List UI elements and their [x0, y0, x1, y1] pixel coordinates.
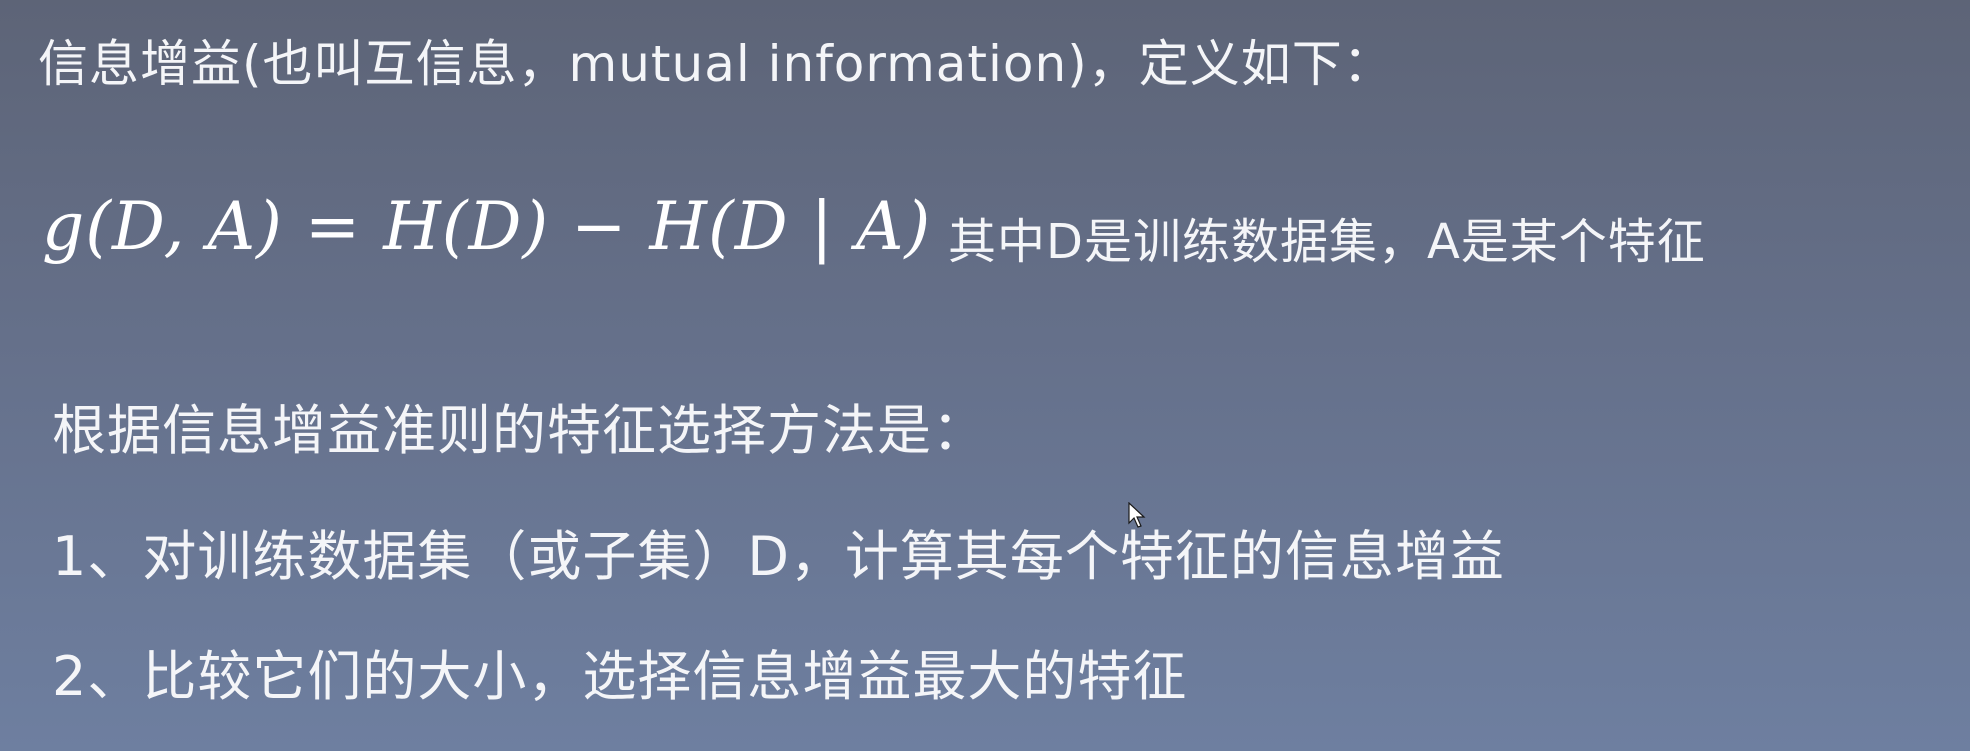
- method-heading: 根据信息增益准则的特征选择方法是：: [52, 399, 987, 462]
- slide: 信息增益(也叫互信息，mutual information)，定义如下： g(D…: [0, 0, 1970, 751]
- step-item: 1、对训练数据集（或子集）D，计算其每个特征的信息增益: [52, 525, 1505, 588]
- formula-note: 其中D是训练数据集，A是某个特征: [948, 214, 1706, 270]
- mouse-cursor-icon: [1128, 502, 1146, 528]
- intro-text: 信息增益(也叫互信息，mutual information)，定义如下：: [38, 35, 1394, 93]
- information-gain-formula: g(D, A) = H(D) − H(D | A): [42, 188, 932, 265]
- step-item: 2、比较它们的大小，选择信息增益最大的特征: [52, 645, 1188, 708]
